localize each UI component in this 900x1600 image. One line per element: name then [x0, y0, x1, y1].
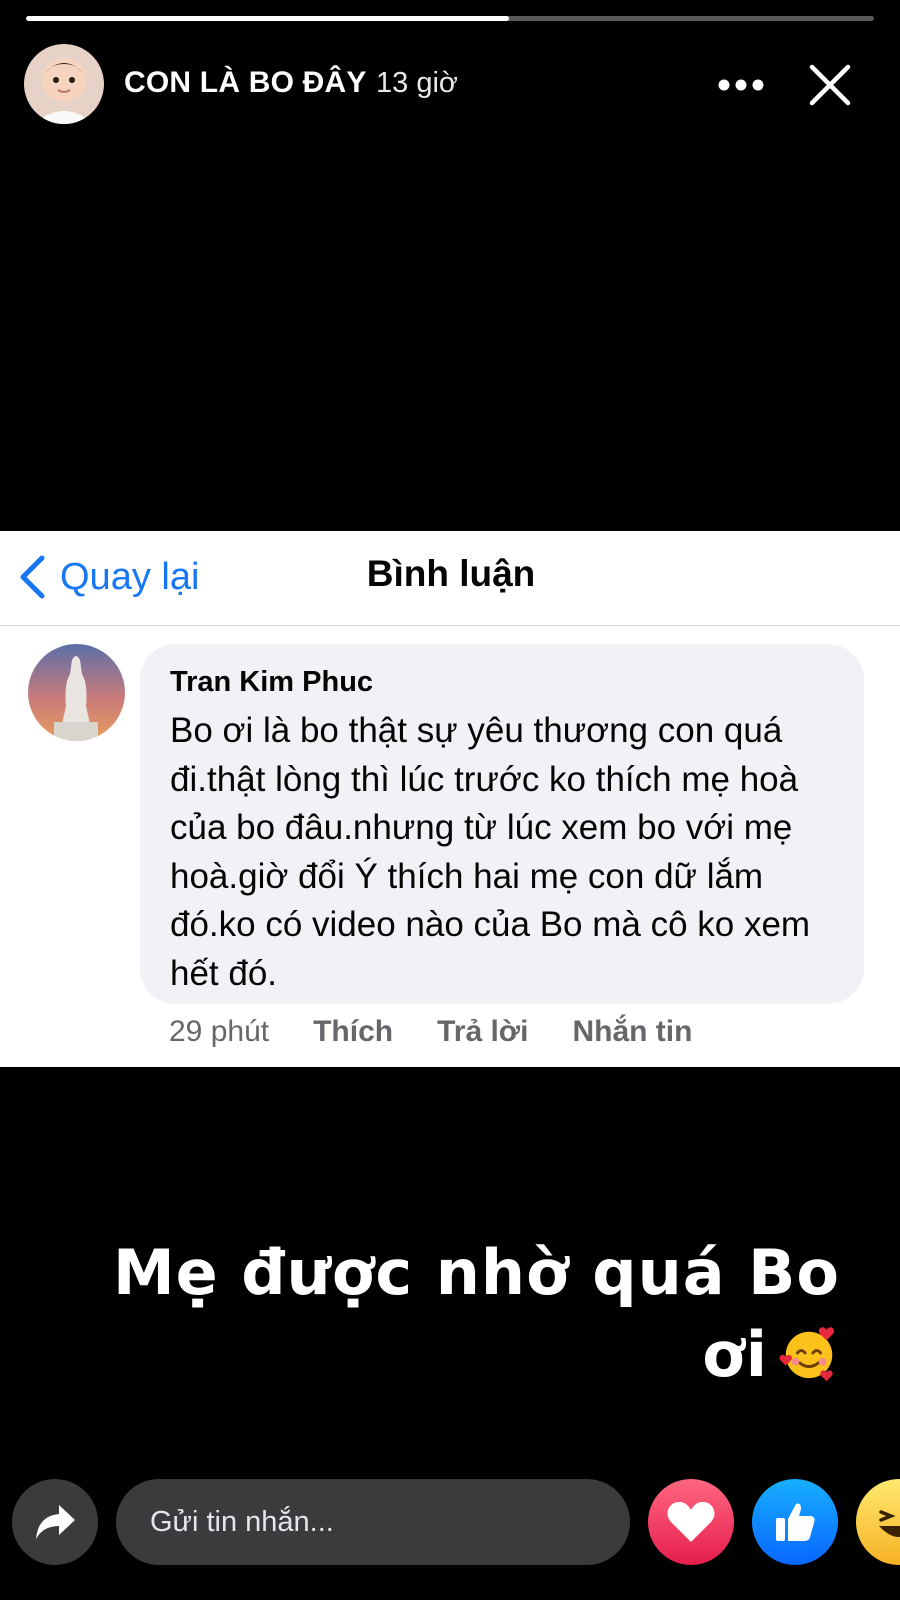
comments-nav-bar: Quay lại Bình luận [0, 531, 900, 626]
smiling-face-with-hearts-icon [779, 1327, 834, 1382]
story-progress-fill [26, 16, 510, 21]
page-title-text: Bình luận [366, 553, 536, 594]
message-input[interactable] [116, 1479, 630, 1565]
story-caption: Mẹ được nhờ quá Bo ơi [60, 1232, 840, 1396]
message-action: Nhắn tin [572, 1015, 693, 1048]
story-header: CON LÀ BO ĐÂY 13 giờ [24, 44, 876, 124]
comment-actions: 29 phút Thích Trả lời Nhắn tin [169, 1015, 736, 1049]
comment-text: Bo ơi là bo thật sự yêu thương con quá đ… [170, 711, 811, 993]
like-reaction-button[interactable] [752, 1479, 838, 1565]
more-icon [718, 79, 764, 91]
commenter-name: Tran Kim Phuc [170, 666, 374, 698]
haha-reaction-button[interactable] [856, 1479, 900, 1565]
caption-line-2: ơi [60, 1314, 840, 1396]
close-button[interactable] [806, 61, 854, 109]
shared-comment-screenshot: Quay lại Bình luận Tran Kim Phuc Bo ơi l… [0, 531, 900, 1067]
more-options-button[interactable] [717, 61, 765, 109]
share-arrow-icon [36, 1505, 75, 1539]
avatar[interactable] [24, 44, 104, 124]
share-button[interactable] [12, 1479, 98, 1565]
like-action: Thích [313, 1015, 394, 1048]
laughing-face-icon [879, 1510, 900, 1537]
close-icon [809, 64, 851, 106]
story-progress-bar [26, 16, 874, 21]
comment-time: 29 phút [169, 1015, 270, 1048]
heart-icon [667, 1501, 715, 1542]
page-title: Bình luận [0, 553, 900, 595]
story-user-name[interactable]: CON LÀ BO ĐÂY [124, 66, 367, 100]
reply-action: Trả lời [437, 1015, 529, 1048]
caption-line-2-text: ơi [702, 1318, 768, 1391]
commenter-avatar [28, 644, 125, 741]
caption-line-1: Mẹ được nhờ quá Bo [112, 1236, 840, 1309]
story-timestamp: 13 giờ [376, 67, 458, 99]
comment-bubble: Tran Kim Phuc Bo ơi là bo thật sự yêu th… [140, 644, 864, 1004]
thumbs-up-icon [776, 1503, 815, 1541]
love-reaction-button[interactable] [648, 1479, 734, 1565]
